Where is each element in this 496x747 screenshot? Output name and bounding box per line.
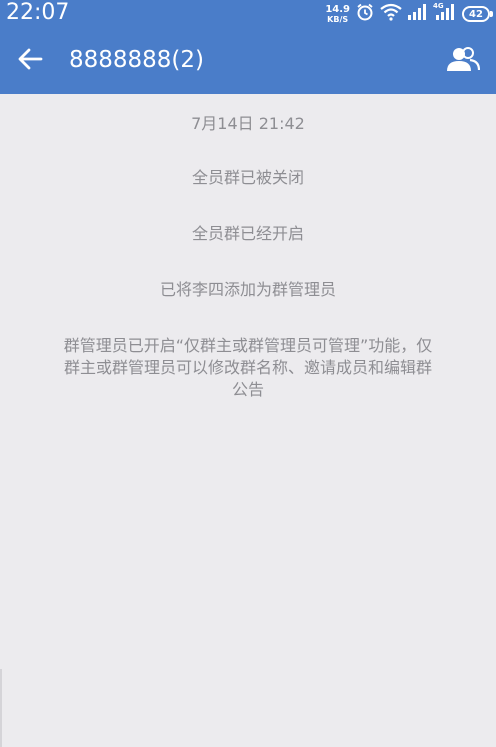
cell-signal-icon (408, 4, 428, 24)
edge-indicator (0, 669, 2, 747)
chat-area[interactable]: 7月14日 21:42 全员群已被关闭 全员群已经开启 已将李四添加为群管理员 … (0, 94, 496, 747)
battery-level: 42 (469, 8, 483, 20)
status-icons: 14.9 KB/S 4G 42 (325, 0, 493, 28)
group-members-icon (447, 47, 480, 71)
network-type-label: 4G (433, 2, 444, 10)
back-button[interactable] (14, 43, 46, 75)
notice-line: 群管理员已开启“仅群主或群管理员可管理”功能，仅 (63, 336, 433, 355)
group-members-button[interactable] (444, 43, 482, 75)
system-message: 已将李四添加为群管理员 (159, 280, 336, 299)
status-bar: 22:07 14.9 KB/S 4G 42 (0, 0, 496, 28)
battery-icon: 42 (462, 6, 493, 22)
system-message: 全员群已被关闭 (191, 168, 304, 187)
network-speed: 14.9 KB/S (325, 3, 350, 24)
status-time: 22:07 (6, 0, 70, 25)
network-speed-unit: KB/S (327, 14, 349, 24)
notice-line: 公告 (231, 380, 264, 399)
cell-signal-4g-icon: 4G (433, 2, 456, 24)
alarm-icon (356, 3, 374, 25)
arrow-left-icon (18, 48, 43, 70)
wifi-icon (380, 3, 402, 25)
system-message: 全员群已经开启 (191, 224, 304, 243)
system-notice: 群管理员已开启“仅群主或群管理员可管理”功能，仅 群主或群管理员可以修改群名称、… (30, 335, 466, 401)
notice-line: 群主或群管理员可以修改群名称、邀请成员和编辑群 (63, 358, 432, 377)
chat-title: 8888888(2) (69, 47, 205, 73)
app-bar: 22:07 14.9 KB/S 4G 42 8888888(2) (0, 0, 496, 94)
message-timestamp: 7月14日 21:42 (191, 114, 305, 133)
network-speed-value: 14.9 (325, 3, 350, 15)
